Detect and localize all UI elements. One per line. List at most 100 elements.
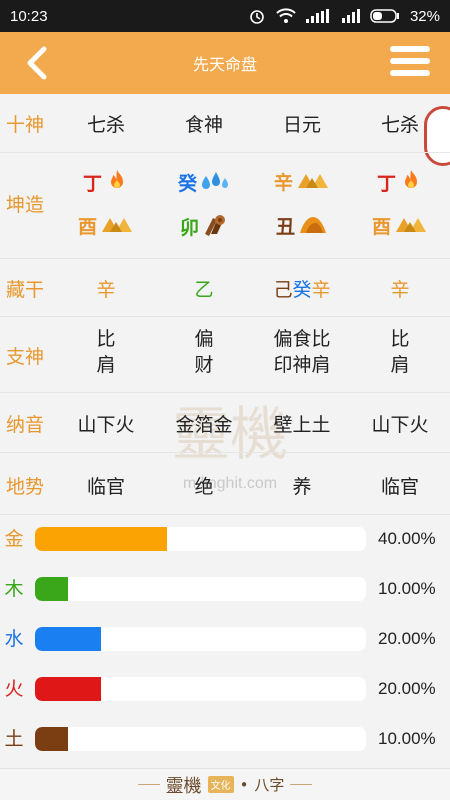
row-label: 坤造 xyxy=(6,194,45,216)
element-bar-fill xyxy=(35,727,69,751)
fire-icon xyxy=(105,168,129,197)
element-bar-fill xyxy=(35,577,69,601)
element-bar-fill xyxy=(35,627,102,651)
row-dishi: 地势 临官 绝 养 临官 xyxy=(0,466,450,506)
pillar-char-group: 癸 xyxy=(178,168,230,197)
wifi-icon xyxy=(276,8,296,23)
zhishen-cell: 偏财 xyxy=(159,326,249,378)
pillar-char-group: 辛 xyxy=(274,168,330,195)
zhishen-line: 肩 xyxy=(96,354,116,376)
footer-dot: • xyxy=(239,775,249,794)
zhishen-line: 偏食比 xyxy=(273,328,331,350)
divider xyxy=(290,784,313,785)
signal-icon xyxy=(305,9,329,23)
pillar-char: 卯 xyxy=(179,217,199,239)
divider xyxy=(137,784,160,785)
chart-content: 靈機 m.linghit.com 十神 七杀 食神 日元 七杀 坤造 丁癸辛丁 … xyxy=(0,94,450,800)
element-percent: 20.00% xyxy=(378,679,436,698)
zhishen-line: 比 xyxy=(390,328,410,350)
row-label: 地势 xyxy=(6,476,45,498)
dishi-cell: 临官 xyxy=(86,476,125,498)
zhishen-line: 肩 xyxy=(390,354,410,376)
pillar-char-group: 酉 xyxy=(78,212,134,239)
pillar-cell: 丁 xyxy=(355,168,445,197)
pillar-char: 丑 xyxy=(275,216,295,238)
dishi-cell: 养 xyxy=(292,476,312,498)
element-bar-fill xyxy=(35,527,168,551)
pillar-char-group: 丁 xyxy=(377,168,423,197)
row-label: 十神 xyxy=(6,114,45,136)
gold-bars-icon xyxy=(296,168,330,195)
element-bar-track xyxy=(35,627,366,651)
element-percent: 20.00% xyxy=(378,629,436,648)
back-button[interactable] xyxy=(22,46,52,80)
element-label: 水 xyxy=(4,628,24,650)
divider xyxy=(0,452,450,453)
dishi-cell: 临官 xyxy=(380,476,419,498)
zhishen-line: 偏 xyxy=(194,328,214,350)
element-bar-fill xyxy=(35,677,102,701)
battery-percent: 32% xyxy=(409,7,440,25)
pillar-cell: 卯 xyxy=(159,212,249,241)
nayin-cell: 金箔金 xyxy=(175,414,233,436)
seal-badge-icon xyxy=(424,106,450,166)
footer-brand: 靈機 文化 • 八字 xyxy=(0,768,450,800)
element-percent: 40.00% xyxy=(378,529,436,548)
row-zhishen: 支神 比肩偏财偏食比 印神肩比肩 xyxy=(0,326,450,384)
fire-icon xyxy=(399,168,423,197)
row-shishen: 十神 七杀 食神 日元 七杀 xyxy=(0,104,450,166)
battery-icon xyxy=(370,9,399,23)
gold-bars-icon xyxy=(394,212,428,239)
footer-logo: 靈機 xyxy=(165,775,202,797)
canggan-cell: 辛 xyxy=(61,275,151,302)
shishen-cell: 食神 xyxy=(184,114,223,136)
canggan-char: 辛 xyxy=(311,279,331,301)
pillar-cell: 丁 xyxy=(61,168,151,197)
app-header: 先天命盘 xyxy=(0,32,450,94)
zhishen-line: 比 xyxy=(96,328,116,350)
element-row: 木 10.00% xyxy=(0,574,450,604)
pillar-char: 癸 xyxy=(177,173,197,195)
element-percent: 10.00% xyxy=(378,579,436,598)
menu-icon-bar xyxy=(390,70,430,76)
alarm-icon xyxy=(250,10,264,24)
divider xyxy=(0,316,450,317)
element-label: 金 xyxy=(4,528,24,550)
element-label: 火 xyxy=(4,678,24,700)
element-row: 土 10.00% xyxy=(0,724,450,754)
canggan-char: 乙 xyxy=(194,279,214,301)
pillar-cell: 辛 xyxy=(257,168,347,195)
pillar-char: 酉 xyxy=(371,216,391,238)
element-label: 木 xyxy=(4,578,24,600)
pillar-cell: 酉 xyxy=(355,212,445,239)
row-label: 支神 xyxy=(6,346,45,368)
canggan-cell: 己癸辛 xyxy=(257,275,347,302)
zhishen-line: 印神肩 xyxy=(273,354,331,376)
divider xyxy=(0,152,450,153)
shishen-cell: 七杀 xyxy=(86,114,125,136)
pillar-char: 酉 xyxy=(77,216,97,238)
element-bar-track xyxy=(35,577,366,601)
footer-tag: 文化 xyxy=(207,776,234,793)
canggan-char: 辛 xyxy=(390,279,410,301)
zhishen-cell: 比肩 xyxy=(355,326,445,378)
status-icons: 32% xyxy=(248,7,440,25)
menu-button[interactable] xyxy=(390,46,430,80)
pillar-char: 辛 xyxy=(273,172,293,194)
element-bar-track xyxy=(35,527,366,551)
gold-bars-icon xyxy=(100,212,134,239)
element-bar-track xyxy=(35,727,366,751)
element-row: 火 20.00% xyxy=(0,674,450,704)
status-bar: 10:23 32% xyxy=(0,0,450,32)
canggan-cell: 乙 xyxy=(159,275,249,302)
element-percent: 10.00% xyxy=(378,729,436,748)
water-drops-icon xyxy=(200,168,230,197)
row-label: 纳音 xyxy=(6,414,45,436)
nayin-cell: 山下火 xyxy=(371,414,429,436)
canggan-char: 辛 xyxy=(96,279,116,301)
pillar-char-group: 丁 xyxy=(83,168,129,197)
pillar-char-group: 卯 xyxy=(180,212,228,241)
pillar-cell: 癸 xyxy=(159,168,249,197)
earth-mound-icon xyxy=(298,212,328,239)
element-label: 土 xyxy=(4,728,24,750)
